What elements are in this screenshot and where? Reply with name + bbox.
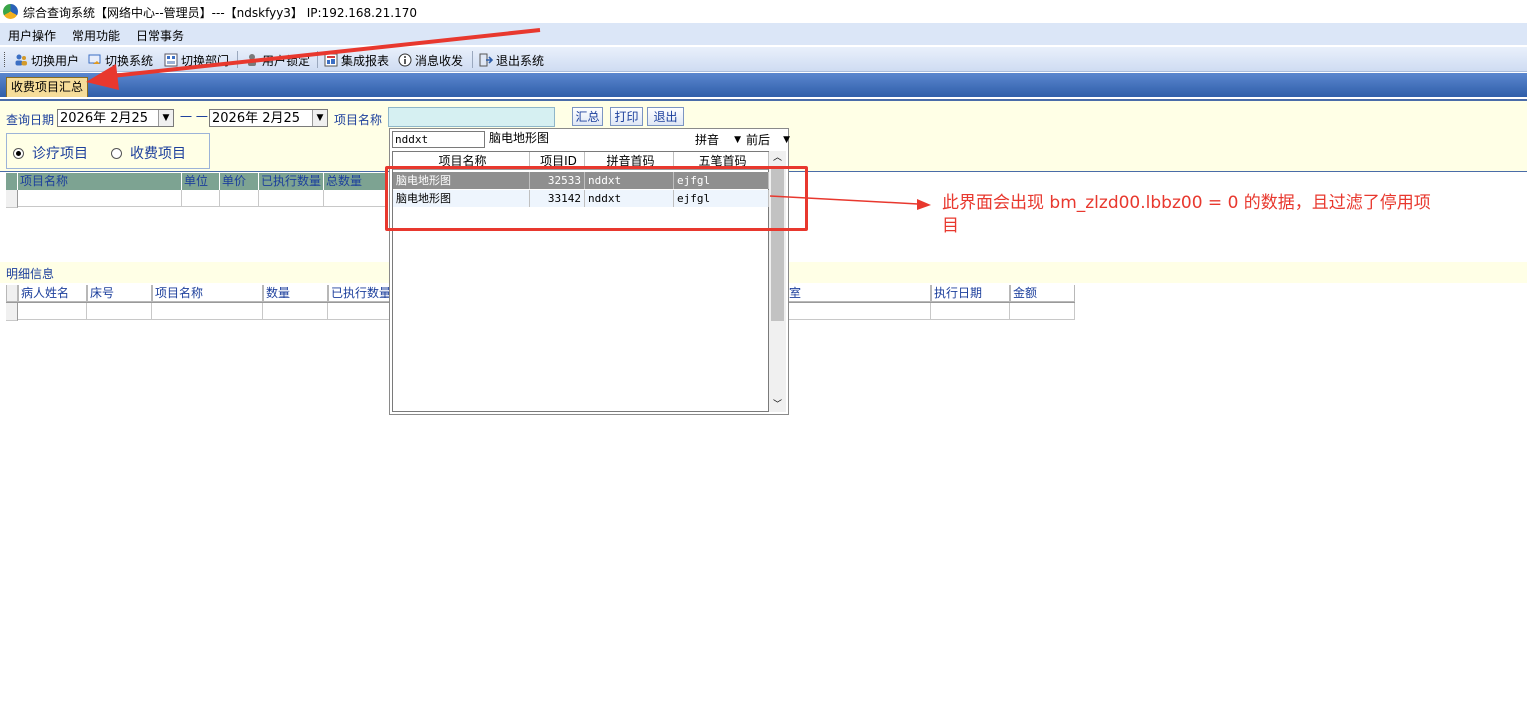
annotation-arrows: [86, 28, 931, 210]
annotation-note: 此界面会出现 bm_zlzd00.lbbz00 = 0 的数据，且过滤了停用项目: [942, 193, 1431, 236]
annotation-arrow-to-tab: [86, 28, 541, 90]
annotation-arrow-to-text: [769, 195, 931, 210]
